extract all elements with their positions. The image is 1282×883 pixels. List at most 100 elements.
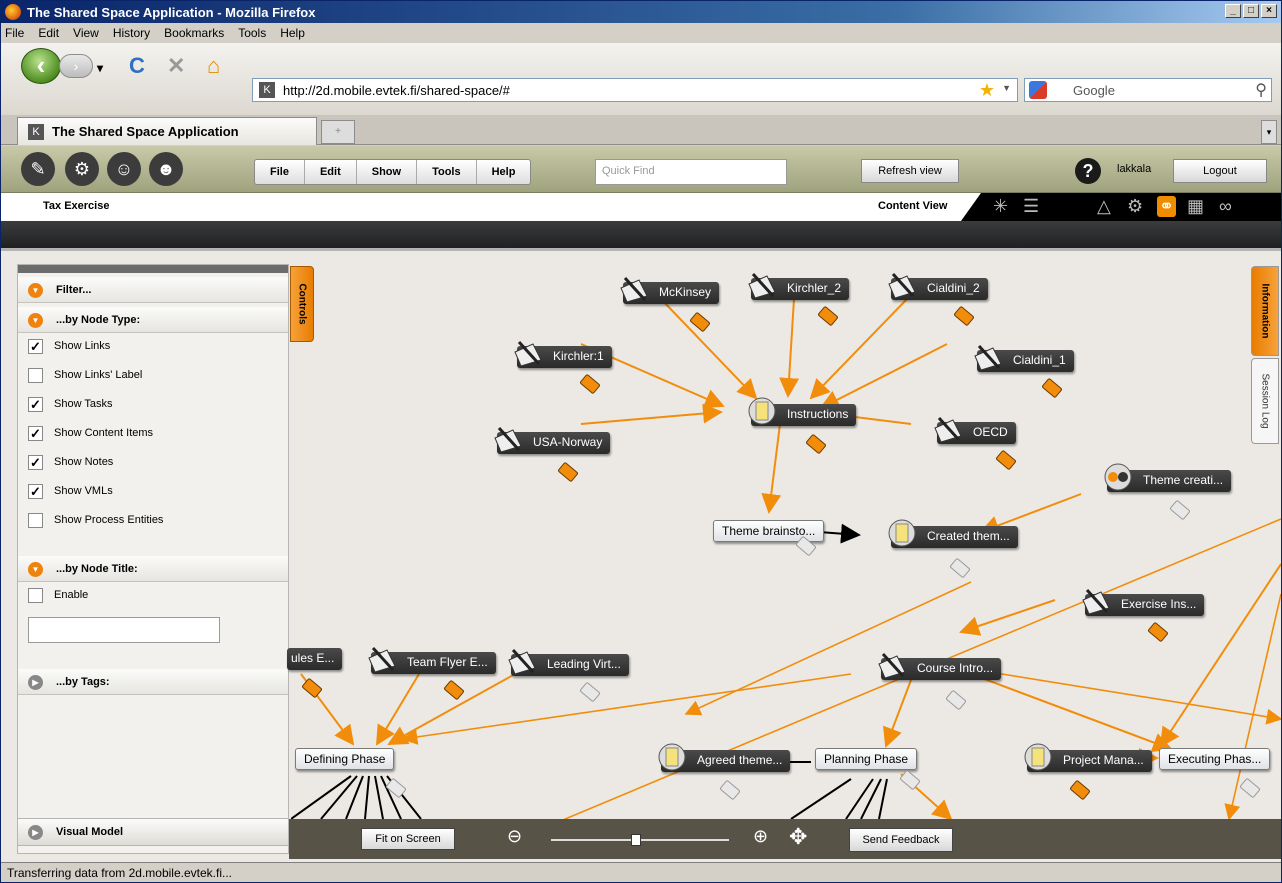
filter-show-process-entities[interactable]: Show Process Entities [18, 507, 288, 536]
graph-node[interactable]: USA-Norway [494, 426, 611, 454]
filter-enable-title[interactable]: Enable [18, 582, 288, 611]
graph-node[interactable]: Cialdini_1 [974, 344, 1074, 372]
filter-show-content-items[interactable]: ✓ Show Content Items [18, 420, 288, 449]
user-settings-icon[interactable]: ⚙ [65, 152, 99, 186]
graph-node[interactable]: OECD [934, 416, 1016, 444]
zoom-slider-knob[interactable] [631, 834, 642, 846]
filter-show-links-label[interactable]: Show Links' Label [18, 362, 288, 391]
network-view-icon[interactable]: ✳ [993, 196, 1008, 217]
url-dropdown-icon[interactable]: ▼ [1002, 83, 1011, 93]
graph-node[interactable]: Created them... [888, 519, 1018, 548]
tags-header[interactable]: ▶ ...by Tags: [18, 669, 288, 695]
checkbox-unchecked[interactable] [28, 368, 43, 383]
logout-button[interactable]: Logout [1173, 159, 1267, 183]
app-menu-tools[interactable]: Tools [417, 160, 477, 184]
graph-node[interactable]: Kirchler_2 [748, 272, 850, 300]
google-icon[interactable] [1029, 81, 1047, 99]
filter-show-links[interactable]: ✓ Show Links [18, 333, 288, 362]
checkbox-checked[interactable]: ✓ [28, 455, 43, 470]
refresh-view-button[interactable]: Refresh view [861, 159, 959, 183]
checkbox-checked[interactable]: ✓ [28, 426, 43, 441]
zoom-in-icon[interactable]: ⊕ [753, 826, 768, 847]
notebook-icon[interactable]: ✎ [21, 152, 55, 186]
maximize-button[interactable]: □ [1243, 4, 1259, 18]
visual-model-header[interactable]: ▶ Visual Model [17, 818, 289, 846]
bookmark-star-icon[interactable]: ★ [979, 80, 995, 101]
filter-show-notes[interactable]: ✓ Show Notes [18, 449, 288, 478]
grid-view-icon[interactable]: ▦ [1187, 196, 1204, 217]
checkbox-checked[interactable]: ✓ [28, 397, 43, 412]
graph-node[interactable]: Agreed theme... [658, 743, 791, 772]
tab-list-button[interactable]: ▾ [1261, 120, 1277, 144]
menu-history[interactable]: History [113, 26, 150, 40]
title-filter-input[interactable] [28, 617, 220, 643]
close-button[interactable]: × [1261, 4, 1277, 18]
app-menu-edit[interactable]: Edit [305, 160, 357, 184]
minimize-button[interactable]: _ [1225, 4, 1241, 18]
node-title-header[interactable]: ▼ ...by Node Title: [18, 556, 288, 582]
zoom-out-icon[interactable]: ⊖ [507, 826, 522, 847]
menu-bookmarks[interactable]: Bookmarks [164, 26, 224, 40]
back-button[interactable]: ‹ [21, 48, 61, 84]
search-box[interactable]: Google ⚲ [1024, 78, 1272, 102]
graph-node[interactable]: Planning Phase [815, 748, 918, 770]
graph-node[interactable]: Executing Phas... [1159, 748, 1271, 770]
session-log-tab[interactable]: Session Log [1251, 358, 1279, 444]
fit-on-screen-button[interactable]: Fit on Screen [361, 828, 455, 850]
controls-tab[interactable]: Controls [290, 266, 314, 342]
option-label: Enable [54, 589, 89, 601]
tab-shared-space[interactable]: K The Shared Space Application [17, 117, 317, 145]
menu-view[interactable]: View [73, 26, 99, 40]
group-icon[interactable]: ☻ [149, 152, 183, 186]
app-menu-help[interactable]: Help [477, 160, 531, 184]
menu-edit[interactable]: Edit [38, 26, 59, 40]
history-dropdown-icon[interactable]: ▾ [97, 61, 103, 75]
node-type-header[interactable]: ▼ ...by Node Type: [18, 307, 288, 333]
checkbox-unchecked[interactable] [28, 513, 43, 528]
search-icon[interactable]: ⚲ [1255, 80, 1267, 100]
forward-button[interactable]: › [59, 54, 93, 78]
new-tab-button[interactable]: + [321, 120, 355, 144]
graph-node[interactable]: Theme creati... [1104, 463, 1232, 492]
graph-node[interactable]: McKinsey [620, 276, 720, 304]
information-tab[interactable]: Information [1251, 266, 1279, 356]
app-menu-show[interactable]: Show [357, 160, 418, 184]
graph-node[interactable]: Kirchler:1 [514, 340, 612, 368]
content-view-icon[interactable]: ⚭ [1157, 196, 1177, 217]
graph-node[interactable]: Exercise Ins... [1082, 588, 1205, 616]
filter-header[interactable]: ▼ Filter... [18, 277, 288, 303]
graph-node[interactable]: Instructions [748, 397, 857, 426]
graph-node[interactable]: Cialdini_2 [888, 272, 988, 300]
checkbox-unchecked[interactable] [28, 588, 43, 603]
graph-node[interactable]: Team Flyer E... [368, 646, 496, 674]
menu-file[interactable]: File [5, 26, 24, 40]
pan-arrows-icon[interactable]: ✥ [789, 824, 807, 850]
graph-node[interactable]: Course Intro... [878, 652, 1002, 680]
send-feedback-button[interactable]: Send Feedback [849, 828, 953, 852]
tree-view-icon[interactable]: ☰ [1023, 196, 1039, 217]
quick-find-input[interactable]: Quick Find [595, 159, 787, 185]
graph-node[interactable]: ules E... [287, 648, 343, 670]
graph-node[interactable]: Leading Virt... [508, 648, 629, 676]
checkbox-checked[interactable]: ✓ [28, 484, 43, 499]
app-menu-file[interactable]: File [255, 160, 305, 184]
home-icon[interactable]: ⌂ [207, 53, 220, 79]
graph-node[interactable]: Defining Phase [295, 748, 395, 770]
stop-icon[interactable]: ✕ [167, 53, 185, 79]
filter-show-tasks[interactable]: ✓ Show Tasks [18, 391, 288, 420]
filter-show-vmls[interactable]: ✓ Show VMLs [18, 478, 288, 507]
node-label: Agreed theme... [697, 753, 783, 767]
address-bar[interactable]: K http://2d.mobile.evtek.fi/shared-space… [252, 78, 1018, 102]
people-view-icon[interactable]: ∞ [1219, 196, 1232, 217]
graph-canvas[interactable]: McKinsey Kirchler_2 Cialdini_2 Kirchler:… [287, 264, 1281, 819]
shapes-view-icon[interactable]: △ [1097, 196, 1111, 217]
reload-icon[interactable]: C [129, 53, 145, 79]
help-icon[interactable]: ? [1075, 158, 1101, 184]
zoom-slider[interactable] [551, 834, 729, 846]
graph-node[interactable]: Project Mana... [1024, 743, 1152, 772]
user-icon[interactable]: ☺ [107, 152, 141, 186]
menu-help[interactable]: Help [280, 26, 305, 40]
checkbox-checked[interactable]: ✓ [28, 339, 43, 354]
menu-tools[interactable]: Tools [238, 26, 266, 40]
process-view-icon[interactable]: ⚙ [1127, 196, 1143, 217]
